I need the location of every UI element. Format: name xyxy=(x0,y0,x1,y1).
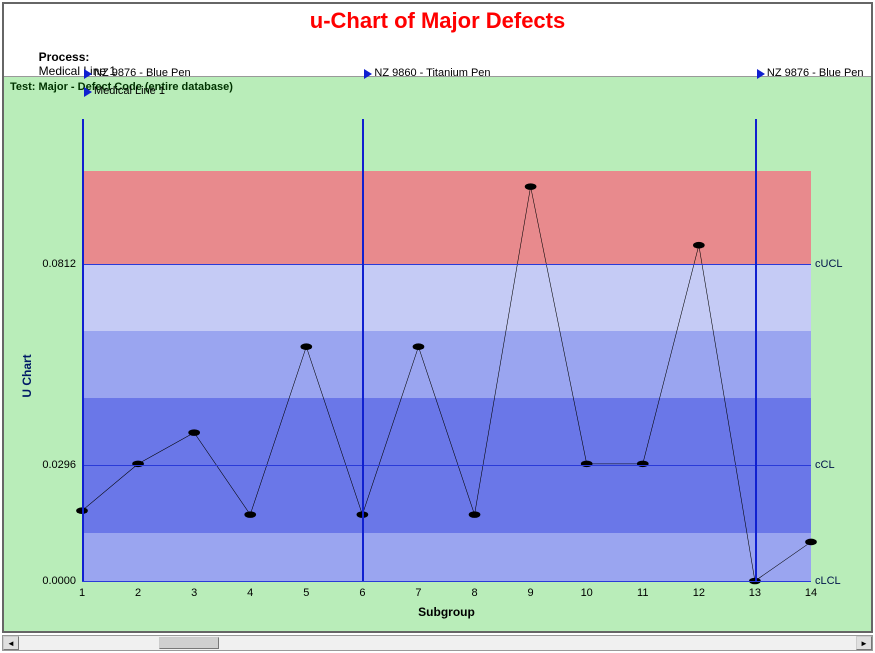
plot-area: cUCLcCLcLCL0.08120.02960.000012345678910… xyxy=(82,171,811,581)
y-tick: 0.0000 xyxy=(42,575,76,587)
ucl-label: cUCL xyxy=(815,258,843,270)
control-line xyxy=(82,264,811,265)
x-tick: 9 xyxy=(528,587,534,599)
flag-icon xyxy=(757,69,765,79)
plot-wrap: cUCLcCLcLCL0.08120.02960.000012345678910… xyxy=(82,119,811,581)
y-tick: 0.0812 xyxy=(42,258,76,270)
scroll-right-button[interactable]: ► xyxy=(856,636,872,650)
x-tick: 3 xyxy=(191,587,197,599)
data-point xyxy=(805,539,817,546)
x-tick: 10 xyxy=(581,587,593,599)
chart-region: Test: Major - Defect Code (entire databa… xyxy=(4,76,871,631)
chart-window: u-Chart of Major Defects Process: Medica… xyxy=(2,2,873,633)
data-point xyxy=(525,183,537,190)
x-tick: 8 xyxy=(471,587,477,599)
x-tick: 2 xyxy=(135,587,141,599)
line-plot xyxy=(82,171,811,581)
y-axis-label: U Chart xyxy=(20,354,34,397)
x-tick: 6 xyxy=(359,587,365,599)
x-tick: 14 xyxy=(805,587,817,599)
data-point xyxy=(244,511,256,518)
chart-title: u-Chart of Major Defects xyxy=(12,8,863,34)
control-line xyxy=(82,465,811,466)
process-label: Process: xyxy=(39,50,103,64)
y-tick: 0.0296 xyxy=(42,459,76,471)
x-tick: 11 xyxy=(637,587,648,599)
x-tick: 13 xyxy=(749,587,761,599)
phase-line: NZ 9876 - Blue PenMedical Line 1 xyxy=(82,119,84,581)
data-point xyxy=(188,429,200,436)
scroll-left-button[interactable]: ◄ xyxy=(3,636,19,650)
phase-label: NZ 9860 - Titanium Pen xyxy=(374,67,490,79)
control-line xyxy=(82,581,811,582)
data-point xyxy=(413,343,425,350)
phase-label: Medical Line 1 xyxy=(94,85,165,97)
phase-label: NZ 9876 - Blue Pen xyxy=(767,67,864,79)
phase-line: NZ 9876 - Blue Pen xyxy=(755,119,757,581)
data-point xyxy=(693,242,705,249)
lcl-label: cLCL xyxy=(815,575,841,587)
flag-icon xyxy=(84,69,92,79)
data-point xyxy=(300,343,312,350)
x-tick: 12 xyxy=(693,587,705,599)
data-point xyxy=(469,511,481,518)
x-tick: 7 xyxy=(415,587,421,599)
x-tick: 5 xyxy=(303,587,309,599)
x-tick: 1 xyxy=(79,587,85,599)
phase-label: NZ 9876 - Blue Pen xyxy=(94,67,191,79)
scroll-track[interactable] xyxy=(19,636,856,650)
x-tick: 4 xyxy=(247,587,253,599)
flag-icon xyxy=(84,87,92,97)
horizontal-scrollbar[interactable]: ◄ ► xyxy=(2,635,873,651)
phase-line: NZ 9860 - Titanium Pen xyxy=(362,119,364,581)
cl-label: cCL xyxy=(815,459,835,471)
scroll-thumb[interactable] xyxy=(159,637,219,649)
x-axis-label: Subgroup xyxy=(82,605,811,619)
flag-icon xyxy=(364,69,372,79)
